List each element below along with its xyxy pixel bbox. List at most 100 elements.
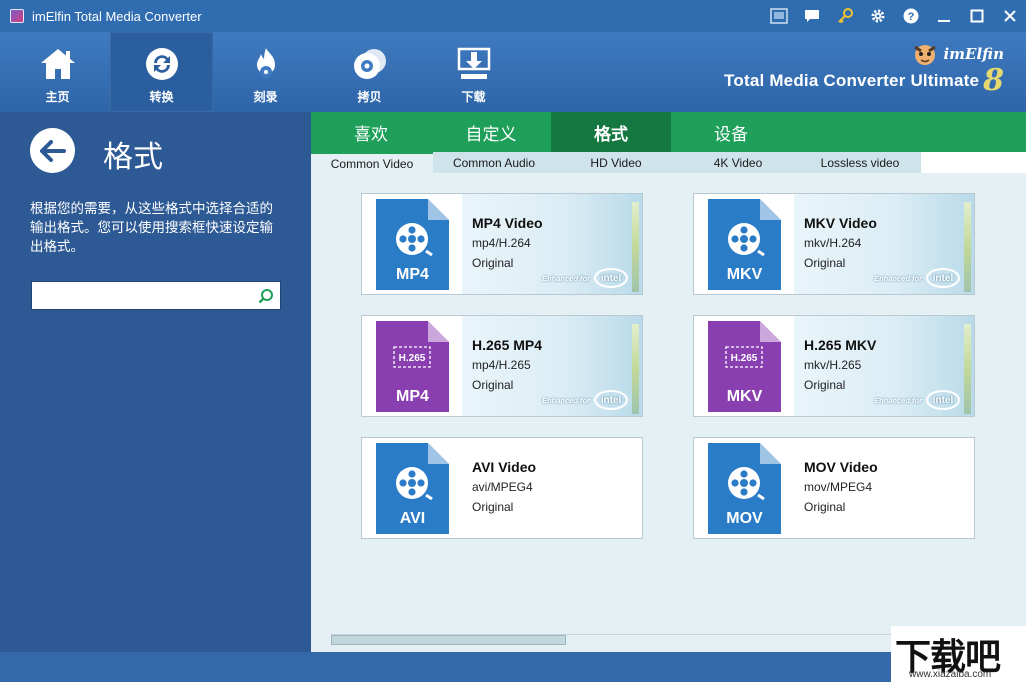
format-badge: MKV: [726, 388, 763, 405]
toolbar-copy-button[interactable]: 拷贝: [318, 32, 421, 112]
site-watermark: 下载吧 www.xiazaiba.com: [891, 626, 1026, 682]
subtab-hd-video[interactable]: HD Video: [555, 152, 677, 173]
screenshot-icon[interactable]: [762, 0, 795, 32]
format-name: H.265 MKV: [804, 337, 877, 353]
format-info: MKV Video mkv/H.264 Original Enhanced fo…: [794, 194, 974, 294]
format-card-h265-mkv[interactable]: H.265 MKV H.265 MKV mkv/H.265 Original E…: [693, 315, 975, 417]
subtab-common-video[interactable]: Common Video: [311, 152, 433, 173]
back-arrow-icon: [39, 139, 66, 162]
h265-label: H.265: [731, 353, 758, 364]
h265-label: H.265: [399, 353, 426, 364]
brand-logo: imElfin Total Media Converter Ultimate 8: [724, 40, 1004, 98]
format-info: AVI Video avi/MPEG4 Original: [462, 438, 642, 538]
intel-logo: intel: [594, 390, 628, 410]
format-quality: Original: [472, 500, 514, 514]
format-badge: AVI: [399, 510, 426, 527]
chat-icon[interactable]: [795, 0, 828, 32]
copy-disc-icon: [352, 46, 388, 82]
toolbar-download-button[interactable]: 下载: [422, 32, 525, 112]
format-name: MKV Video: [804, 215, 877, 231]
tab-favorites[interactable]: 喜欢: [311, 112, 431, 152]
burn-icon: [249, 46, 283, 82]
decorative-stripe: [632, 324, 639, 414]
maximize-icon[interactable]: [960, 0, 993, 32]
help-icon[interactable]: ?: [894, 0, 927, 32]
category-tabs: 喜欢 自定义 格式 设备: [311, 112, 1026, 152]
panel-title: 格式: [103, 141, 163, 174]
decorative-stripe: [964, 202, 971, 292]
intel-logo: intel: [926, 390, 960, 410]
watermark-url: www.xiazaiba.com: [909, 669, 992, 680]
brand-logo-text: imElfin: [943, 45, 1004, 63]
panel-description: 根据您的需要，从这些格式中选择合适的输出格式。您可以使用搜索框快速设定输出格式。: [30, 201, 273, 254]
decorative-stripe: [964, 324, 971, 414]
format-codec: mkv/H.264: [804, 236, 862, 250]
title-bar: imElfin Total Media Converter ?: [0, 0, 1026, 32]
toolbar-convert-button[interactable]: 转换: [110, 32, 213, 112]
format-card-mkv[interactable]: MKV MKV Video mkv/H.264 Original Enhance…: [693, 193, 975, 295]
decorative-stripe: [632, 202, 639, 292]
format-quality: Original: [472, 256, 514, 270]
intel-enhanced-badge: Enhanced for intel: [874, 390, 960, 410]
search-input[interactable]: [32, 282, 252, 309]
format-quality: Original: [804, 500, 846, 514]
format-badge: MOV: [726, 510, 763, 527]
format-quality: Original: [472, 378, 514, 392]
subtab-4k-video[interactable]: 4K Video: [677, 152, 799, 173]
format-name: AVI Video: [472, 459, 537, 475]
format-badge: MP4: [396, 266, 429, 283]
svg-text:?: ?: [907, 11, 914, 23]
format-card-avi[interactable]: AVI AVI Video avi/MPEG4 Original: [361, 437, 643, 539]
format-quality: Original: [804, 256, 846, 270]
app-title: imElfin Total Media Converter: [32, 8, 202, 24]
format-codec: mov/MPEG4: [804, 480, 873, 494]
key-icon[interactable]: [828, 0, 861, 32]
main-toolbar: 主页 转换 刻录 拷贝 下载 imElfin Total Media Conve…: [0, 32, 1026, 112]
app-icon: [10, 9, 24, 23]
toolbar-copy-label: 拷贝: [357, 90, 382, 104]
format-card-mp4[interactable]: MP4 MP4 Video mp4/H.264 Original Enhance…: [361, 193, 643, 295]
download-icon: [457, 46, 491, 82]
elfin-mascot-icon: [914, 45, 937, 65]
intel-logo: intel: [594, 268, 628, 288]
subcategory-tabs: Common Video Common Audio HD Video 4K Vi…: [311, 152, 1026, 173]
home-icon: [39, 46, 77, 82]
toolbar-download-label: 下载: [461, 90, 486, 104]
format-name: H.265 MP4: [472, 337, 543, 353]
format-codec: avi/MPEG4: [472, 480, 533, 494]
status-bar: [0, 652, 1026, 682]
search-icon[interactable]: [252, 288, 280, 304]
format-badge: MKV: [726, 266, 763, 283]
toolbar-burn-label: 刻录: [253, 90, 278, 104]
tab-formats[interactable]: 格式: [551, 112, 671, 152]
format-info: MOV Video mov/MPEG4 Original: [794, 438, 974, 538]
gear-icon[interactable]: [861, 0, 894, 32]
format-badge: MP4: [396, 388, 429, 405]
format-info: H.265 MKV mkv/H.265 Original Enhanced fo…: [794, 316, 974, 416]
format-quality: Original: [804, 378, 846, 392]
product-version: 8: [983, 63, 1004, 98]
intel-enhanced-badge: Enhanced for intel: [542, 390, 628, 410]
minimize-icon[interactable]: [927, 0, 960, 32]
toolbar-burn-button[interactable]: 刻录: [214, 32, 317, 112]
back-button[interactable]: [30, 128, 75, 173]
tab-devices[interactable]: 设备: [671, 112, 791, 152]
scrollbar-thumb[interactable]: [331, 635, 566, 645]
horizontal-scrollbar[interactable]: [331, 634, 891, 645]
format-codec: mp4/H.265: [472, 358, 531, 372]
toolbar-home-button[interactable]: 主页: [6, 32, 109, 112]
format-name: MP4 Video: [472, 215, 543, 231]
search-box: [31, 281, 281, 310]
subtab-common-audio[interactable]: Common Audio: [433, 152, 555, 173]
format-codec: mp4/H.264: [472, 236, 531, 250]
intel-logo: intel: [926, 268, 960, 288]
format-info: H.265 MP4 mp4/H.265 Original Enhanced fo…: [462, 316, 642, 416]
enhanced-for-text: Enhanced for: [874, 395, 922, 405]
format-card-h265-mp4[interactable]: H.265 MP4 H.265 MP4 mp4/H.265 Original E…: [361, 315, 643, 417]
format-area: 喜欢 自定义 格式 设备 Common Video Common Audio H…: [311, 112, 1026, 652]
tab-custom[interactable]: 自定义: [431, 112, 551, 152]
enhanced-for-text: Enhanced for: [542, 395, 590, 405]
format-card-mov[interactable]: MOV MOV Video mov/MPEG4 Original: [693, 437, 975, 539]
close-icon[interactable]: [993, 0, 1026, 32]
subtab-lossless-video[interactable]: Lossless video: [799, 152, 921, 173]
